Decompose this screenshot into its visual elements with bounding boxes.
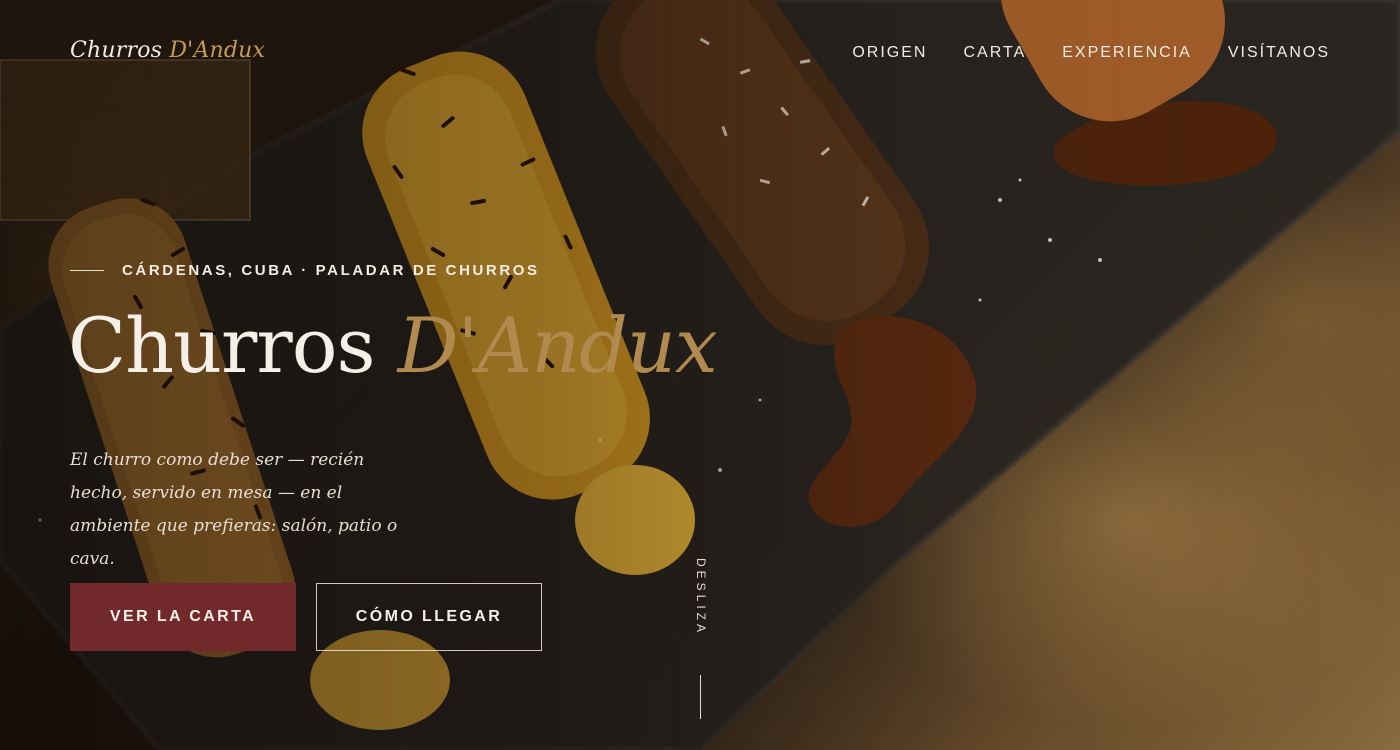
nav-item-carta[interactable]: CARTA [963,44,1026,62]
brand-logo[interactable]: Churros D'Andux [70,38,265,63]
main-nav: ORIGEN CARTA EXPERIENCIA VISÍTANOS [852,44,1330,62]
eyebrow-rule [70,270,104,271]
hero-title-accent: D'Andux [397,301,718,390]
brand-name-main: Churros [70,38,170,63]
ver-la-carta-button[interactable]: VER LA CARTA [70,583,296,651]
scroll-indicator-line [700,675,701,719]
hero-title: Churros D'Andux [68,308,718,384]
nav-item-experiencia[interactable]: EXPERIENCIA [1062,44,1192,62]
nav-item-visitanos[interactable]: VISÍTANOS [1228,44,1330,62]
hero-section: Churros D'Andux ORIGEN CARTA EXPERIENCIA… [0,0,1400,750]
eyebrow-text: CÁRDENAS, CUBA · PALADAR DE CHURROS [122,262,540,279]
hero-description: El churro como debe ser — recién hecho, … [70,450,398,569]
brand-name-accent: D'Andux [169,38,266,63]
hero-title-main: Churros [68,301,398,390]
como-llegar-button[interactable]: CÓMO LLEGAR [316,583,542,651]
scroll-hint: DESLIZA [694,558,708,637]
nav-item-origen[interactable]: ORIGEN [852,44,927,62]
hero-eyebrow: CÁRDENAS, CUBA · PALADAR DE CHURROS [70,262,540,279]
